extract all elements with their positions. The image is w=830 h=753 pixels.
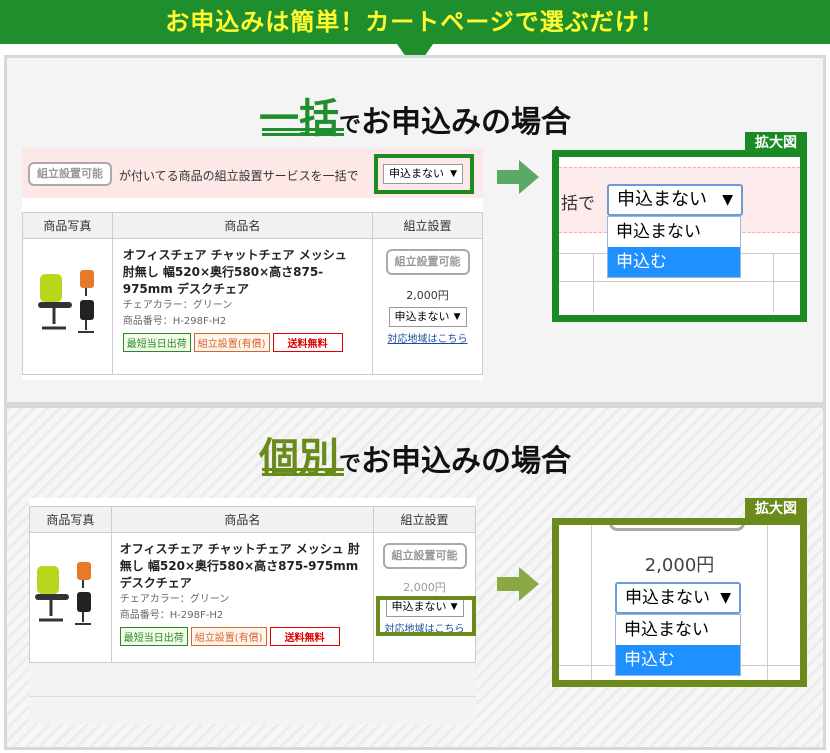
right-arrow-icon <box>497 567 539 601</box>
option-apply[interactable]: 申込む <box>616 645 740 675</box>
col-photo: 商品写真 <box>22 212 113 239</box>
assembly-paid-tag: 組立設置(有償) <box>193 333 270 352</box>
product-name[interactable]: オフィスチェア チャットチェア メッシュ 肘無し 幅520×奥行580×高さ87… <box>120 541 365 592</box>
product-name[interactable]: オフィスチェア チャットチェア メッシュ 肘無し 幅520×奥行580×高さ87… <box>123 247 362 298</box>
free-shipping-tag: 送料無料 <box>269 627 340 646</box>
zoom-label: 拡大図 <box>745 132 807 154</box>
zoom-view-bulk: 括で 申込まない ▼ 申込まない 申込む <box>552 150 807 322</box>
bulk-heading: 一括でお申込みの場合 <box>258 96 571 142</box>
assembly-possible-badge: 組立設置可能 <box>382 543 467 569</box>
zoomed-price: 2,000円 <box>644 555 715 576</box>
col-photo: 商品写真 <box>29 506 112 533</box>
top-banner: お申込みは簡単！カートページで選ぶだけ！ <box>0 0 830 44</box>
region-link[interactable]: 対応地域はこちら <box>373 330 482 345</box>
free-shipping-tag: 送料無料 <box>272 333 343 352</box>
assembly-price: 2,000円 <box>406 289 449 302</box>
individual-heading-underline <box>262 468 344 476</box>
assembly-possible-badge: 組立設置可能 <box>385 249 470 275</box>
office-chair-image <box>38 270 94 333</box>
item-select-highlight <box>376 596 476 636</box>
col-name: 商品名 <box>110 506 375 533</box>
item-select-dropdown: 申込まない 申込む <box>615 614 741 676</box>
col-assembly: 組立設置 <box>372 212 483 239</box>
assembly-paid-tag: 組立設置(有償) <box>190 627 267 646</box>
bulk-select-highlight <box>374 154 474 194</box>
individual-heading: 個別でお申込みの場合 <box>258 435 571 481</box>
col-name: 商品名 <box>111 212 374 239</box>
zoomed-item-select[interactable]: 申込まない ▼ <box>615 582 741 614</box>
item-assembly-select[interactable]: 申込まない ▼ <box>388 307 467 327</box>
right-arrow-icon <box>497 160 539 194</box>
same-day-tag: 最短当日出荷 <box>119 627 188 646</box>
same-day-tag: 最短当日出荷 <box>122 333 191 352</box>
chevron-down-icon: ▼ <box>722 192 733 208</box>
option-apply[interactable]: 申込む <box>608 247 740 277</box>
chevron-down-icon: ▼ <box>720 590 731 606</box>
office-chair-image <box>35 562 91 625</box>
zoomed-bulk-select[interactable]: 申込まない ▼ <box>607 184 743 216</box>
zoom-label: 拡大図 <box>745 498 807 520</box>
option-no-apply[interactable]: 申込まない <box>608 217 740 247</box>
col-assembly: 組立設置 <box>373 506 476 533</box>
chevron-down-icon: ▼ <box>453 312 461 322</box>
service-bar-text: が付いてる商品の組立設置サービスを一括で <box>119 169 359 183</box>
product-info-cell: オフィスチェア チャットチェア メッシュ 肘無し 幅520×奥行580×高さ87… <box>110 532 375 663</box>
assembly-cell: 組立設置可能 2,000円 申込まない ▼ 対応地域はこちら <box>372 238 483 375</box>
individual-cart-screenshot: 商品写真 商品名 組立設置 オフィスチェア チャットチェア メッシュ 肘無し 幅… <box>29 498 476 724</box>
bulk-heading-underline <box>262 128 344 136</box>
assembly-price: 2,000円 <box>403 581 446 594</box>
bulk-select-dropdown: 申込まない 申込む <box>607 216 741 278</box>
assembly-possible-badge: 組立設置可能 <box>28 162 112 186</box>
zoom-view-individual: 2,000円 申込まない ▼ 申込まない 申込む <box>552 518 807 687</box>
option-no-apply[interactable]: 申込まない <box>616 615 740 645</box>
bulk-cart-screenshot: 組立設置可能 が付いてる商品の組立設置サービスを一括で 申込まない ▼ 商品写真 … <box>22 148 483 380</box>
product-info-cell: オフィスチェア チャットチェア メッシュ 肘無し 幅520×奥行580×高さ87… <box>111 238 374 375</box>
